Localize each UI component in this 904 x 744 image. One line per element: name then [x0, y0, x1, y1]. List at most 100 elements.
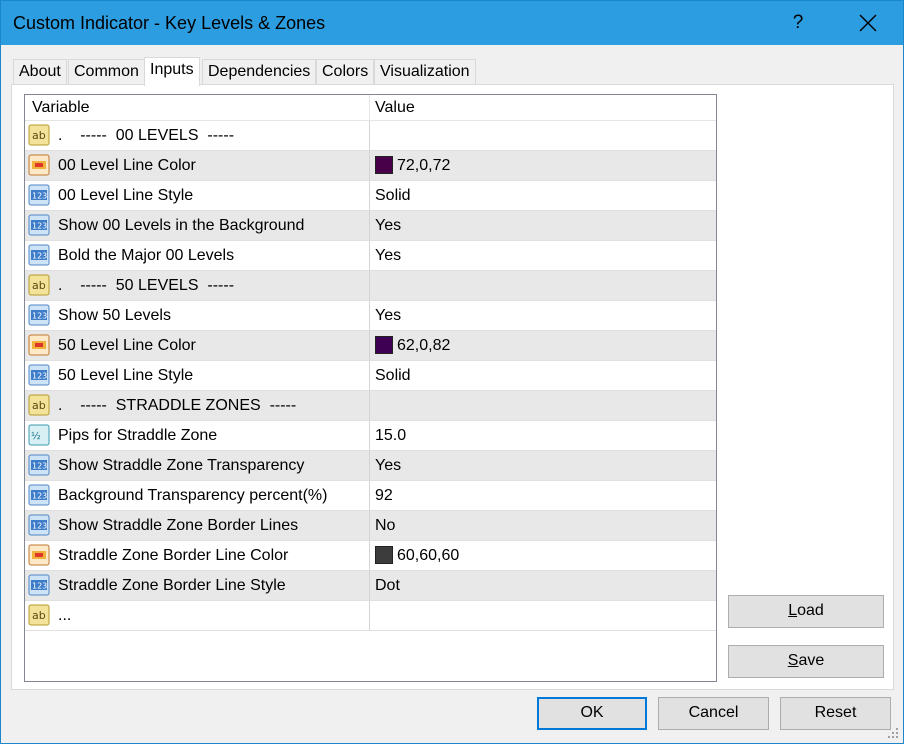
table-row[interactable]: ab . ----- 50 LEVELS -----: [25, 271, 716, 301]
save-button[interactable]: Save: [728, 645, 884, 678]
variable-label: Straddle Zone Border Line Color: [58, 547, 289, 564]
value-cell[interactable]: [370, 121, 716, 151]
value-cell[interactable]: [370, 391, 716, 421]
ab-icon: ab: [28, 274, 50, 296]
load-button[interactable]: Load: [728, 595, 884, 628]
variable-cell[interactable]: 123 50 Level Line Style: [25, 361, 370, 391]
value-text: Dot: [375, 577, 400, 594]
value-text: No: [375, 517, 396, 534]
table-row[interactable]: 123 Bold the Major 00 Levels Yes: [25, 241, 716, 271]
tab-dependencies[interactable]: Dependencies: [202, 59, 317, 85]
variable-label: Bold the Major 00 Levels: [58, 247, 235, 264]
tab-colors[interactable]: Colors: [316, 59, 375, 85]
value-text: Yes: [375, 217, 402, 234]
123-icon: 123: [28, 364, 50, 386]
table-row[interactable]: ab . ----- STRADDLE ZONES -----: [25, 391, 716, 421]
table-row[interactable]: 123 Background Transparency percent(%) 92: [25, 481, 716, 511]
column-header-value[interactable]: Value: [370, 95, 716, 121]
table-row[interactable]: 123 00 Level Line Style Solid: [25, 181, 716, 211]
variable-cell[interactable]: Straddle Zone Border Line Color: [25, 541, 370, 571]
variable-cell[interactable]: 123 Background Transparency percent(%): [25, 481, 370, 511]
ok-button[interactable]: OK: [537, 697, 647, 730]
value-cell[interactable]: 60,60,60: [370, 541, 716, 571]
variable-label: Pips for Straddle Zone: [58, 427, 218, 444]
column-header-variable[interactable]: Variable: [25, 95, 370, 121]
cancel-button[interactable]: Cancel: [658, 697, 769, 730]
table-row[interactable]: 50 Level Line Color 62,0,82: [25, 331, 716, 361]
variable-cell[interactable]: 123 Bold the Major 00 Levels: [25, 241, 370, 271]
grid-header: Variable Value: [25, 95, 716, 121]
variable-cell[interactable]: ab . ----- STRADDLE ZONES -----: [25, 391, 370, 421]
value-text: Yes: [375, 247, 402, 264]
value-cell[interactable]: 62,0,82: [370, 331, 716, 361]
value-text: 60,60,60: [397, 547, 460, 564]
variable-cell[interactable]: ab...: [25, 601, 370, 631]
table-row[interactable]: ab . ----- 00 LEVELS -----: [25, 121, 716, 151]
value-text: Solid: [375, 187, 411, 204]
table-row[interactable]: Straddle Zone Border Line Color 60,60,60: [25, 541, 716, 571]
value-cell[interactable]: [370, 271, 716, 301]
value-cell[interactable]: No: [370, 511, 716, 541]
resize-grip-icon[interactable]: [887, 727, 899, 739]
tab-about[interactable]: About: [13, 59, 67, 85]
inputs-grid[interactable]: Variable Value ab . ----- 00 LEVELS -----…: [24, 94, 717, 682]
value-cell[interactable]: Dot: [370, 571, 716, 601]
title-bar[interactable]: Custom Indicator - Key Levels & Zones ?: [1, 1, 903, 45]
variable-label: ...: [58, 607, 72, 624]
value-cell[interactable]: Yes: [370, 301, 716, 331]
variable-label: . ----- 50 LEVELS -----: [58, 277, 235, 294]
svg-text:½: ½: [31, 430, 41, 442]
variable-cell[interactable]: 123 Show 50 Levels: [25, 301, 370, 331]
table-row[interactable]: 123 Show 00 Levels in the Background Yes: [25, 211, 716, 241]
value-text: Yes: [375, 307, 402, 324]
ab-icon: ab: [28, 604, 50, 626]
123-icon: 123: [28, 574, 50, 596]
variable-cell[interactable]: 123 Show Straddle Zone Border Lines: [25, 511, 370, 541]
value-cell[interactable]: Yes: [370, 211, 716, 241]
svg-text:123: 123: [32, 372, 47, 381]
variable-label: 50 Level Line Style: [58, 367, 194, 384]
load-button-label: oad: [797, 602, 824, 619]
color-swatch: [375, 546, 393, 564]
variable-label: Background Transparency percent(%): [58, 487, 328, 504]
table-row[interactable]: 123 Show 50 Levels Yes: [25, 301, 716, 331]
variable-cell[interactable]: 123 Straddle Zone Border Line Style: [25, 571, 370, 601]
123-icon: 123: [28, 514, 50, 536]
variable-cell[interactable]: 123 00 Level Line Style: [25, 181, 370, 211]
table-row[interactable]: 123 50 Level Line Style Solid: [25, 361, 716, 391]
table-row[interactable]: 123 Straddle Zone Border Line Style Dot: [25, 571, 716, 601]
variable-cell[interactable]: ab . ----- 00 LEVELS -----: [25, 121, 370, 151]
variable-label: 00 Level Line Color: [58, 157, 196, 174]
value-cell[interactable]: 92: [370, 481, 716, 511]
table-row[interactable]: 123 Show Straddle Zone Transparency Yes: [25, 451, 716, 481]
table-row[interactable]: ½ Pips for Straddle Zone 15.0: [25, 421, 716, 451]
value-text: 72,0,72: [397, 157, 451, 174]
close-button[interactable]: [845, 1, 891, 45]
svg-text:123: 123: [32, 222, 47, 231]
variable-cell[interactable]: 123 Show Straddle Zone Transparency: [25, 451, 370, 481]
value-cell[interactable]: 15.0: [370, 421, 716, 451]
value-cell[interactable]: 72,0,72: [370, 151, 716, 181]
tab-inputs[interactable]: Inputs: [144, 57, 200, 86]
value-text: Yes: [375, 457, 402, 474]
variable-label: 00 Level Line Style: [58, 187, 194, 204]
value-cell[interactable]: [370, 601, 716, 631]
variable-cell[interactable]: ab . ----- 50 LEVELS -----: [25, 271, 370, 301]
variable-cell[interactable]: 50 Level Line Color: [25, 331, 370, 361]
table-row[interactable]: ab...: [25, 601, 716, 631]
ab-icon: ab: [28, 394, 50, 416]
value-cell[interactable]: Yes: [370, 451, 716, 481]
svg-text:123: 123: [32, 252, 47, 261]
reset-button[interactable]: Reset: [780, 697, 891, 730]
value-cell[interactable]: Solid: [370, 361, 716, 391]
value-cell[interactable]: Solid: [370, 181, 716, 211]
variable-cell[interactable]: ½ Pips for Straddle Zone: [25, 421, 370, 451]
table-row[interactable]: 00 Level Line Color 72,0,72: [25, 151, 716, 181]
variable-cell[interactable]: 00 Level Line Color: [25, 151, 370, 181]
variable-cell[interactable]: 123 Show 00 Levels in the Background: [25, 211, 370, 241]
tab-common[interactable]: Common: [68, 59, 145, 85]
value-cell[interactable]: Yes: [370, 241, 716, 271]
tab-visualization[interactable]: Visualization: [374, 59, 476, 85]
help-button[interactable]: ?: [775, 1, 821, 45]
table-row[interactable]: 123 Show Straddle Zone Border Lines No: [25, 511, 716, 541]
